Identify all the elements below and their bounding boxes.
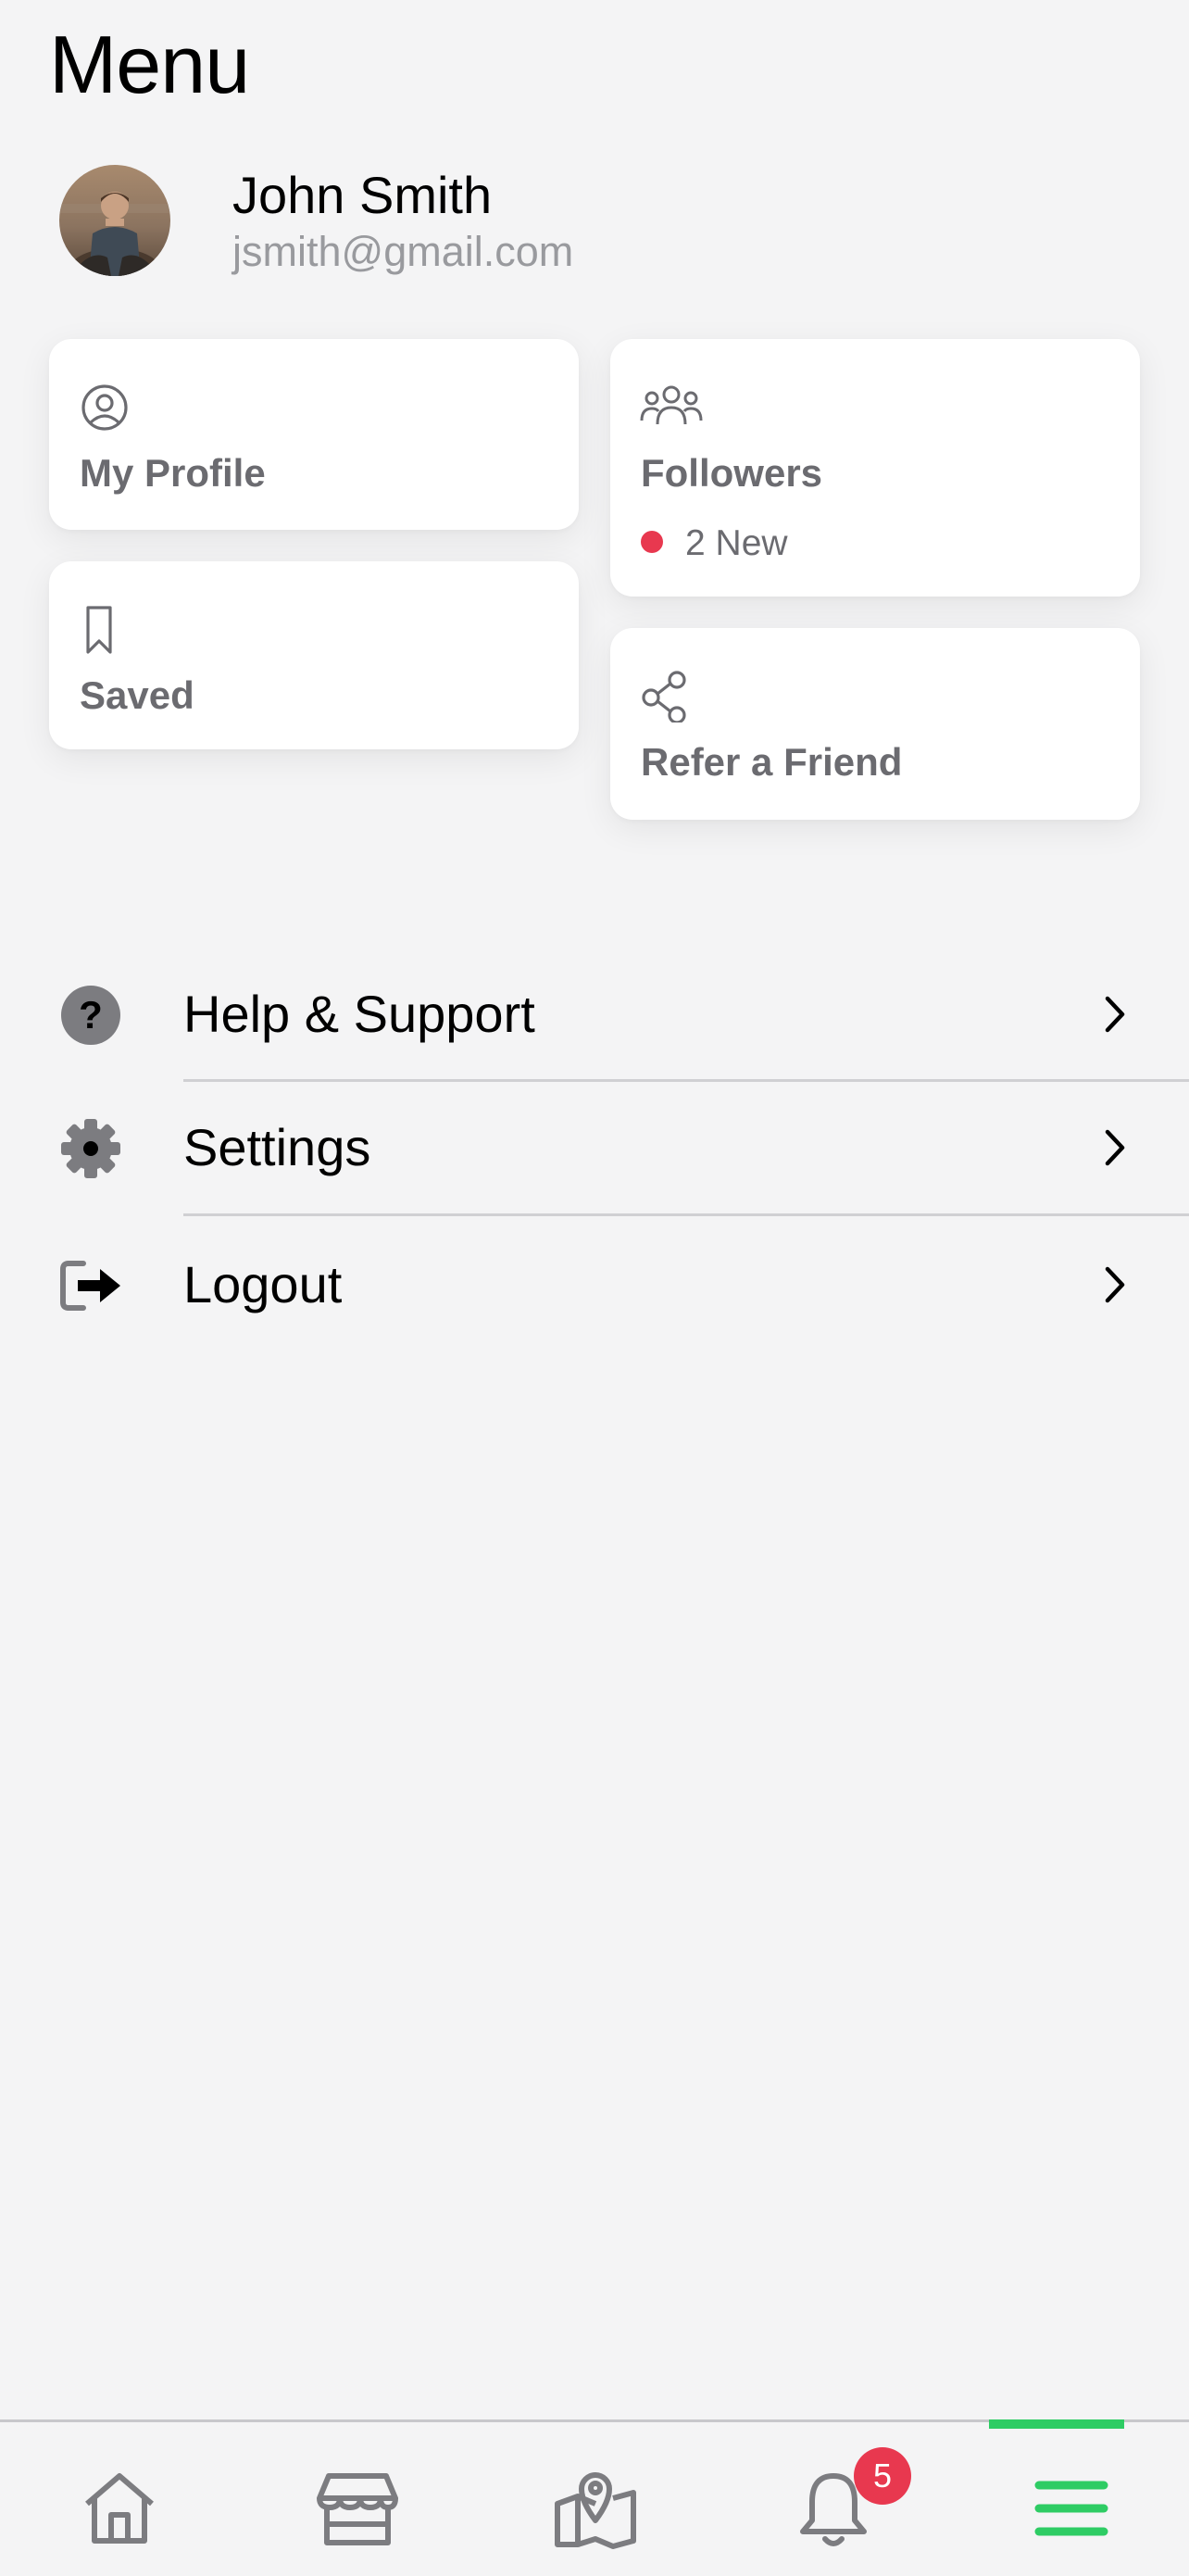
refer-a-friend-label: Refer a Friend bbox=[641, 740, 903, 784]
tab-store[interactable] bbox=[238, 2422, 476, 2576]
bookmark-icon bbox=[86, 606, 112, 654]
logout-icon bbox=[60, 1261, 120, 1311]
bottom-tab-bar: 5 bbox=[0, 2419, 1189, 2576]
saved-card[interactable]: Saved bbox=[49, 561, 579, 749]
menu-item-help-support[interactable]: ? Help & Support bbox=[0, 949, 1189, 1078]
settings-label: Settings bbox=[183, 1118, 371, 1176]
tab-map[interactable] bbox=[476, 2422, 714, 2576]
map-pin-icon bbox=[555, 2472, 636, 2549]
refer-a-friend-card[interactable]: Refer a Friend bbox=[610, 628, 1140, 820]
user-header[interactable]: John Smith jsmith@gmail.com bbox=[59, 165, 1133, 280]
divider bbox=[183, 1213, 1189, 1216]
users-group-icon bbox=[640, 385, 703, 425]
active-tab-indicator bbox=[989, 2419, 1124, 2429]
store-icon bbox=[317, 2473, 398, 2545]
followers-card[interactable]: Followers 2 New bbox=[610, 339, 1140, 597]
hamburger-menu-icon bbox=[1034, 2481, 1108, 2536]
question-circle-icon: ? bbox=[61, 986, 120, 1045]
user-email: jsmith@gmail.com bbox=[232, 228, 574, 275]
followers-new-count: 2 New bbox=[641, 522, 788, 565]
my-profile-card[interactable]: My Profile bbox=[49, 339, 579, 530]
my-profile-label: My Profile bbox=[80, 451, 266, 495]
logout-label: Logout bbox=[183, 1255, 343, 1313]
followers-label: Followers bbox=[641, 451, 823, 495]
tab-menu[interactable] bbox=[952, 2419, 1189, 2576]
chevron-right-icon bbox=[1105, 1266, 1125, 1303]
avatar[interactable] bbox=[59, 165, 170, 276]
home-icon bbox=[85, 2473, 154, 2544]
share-icon bbox=[642, 671, 686, 723]
saved-label: Saved bbox=[80, 673, 194, 717]
help-support-label: Help & Support bbox=[183, 985, 535, 1043]
followers-new-text: 2 New bbox=[685, 523, 788, 563]
notification-badge: 5 bbox=[854, 2447, 911, 2505]
user-name: John Smith bbox=[232, 166, 493, 224]
svg-text:?: ? bbox=[79, 993, 103, 1037]
new-indicator-dot bbox=[641, 531, 663, 553]
chevron-right-icon bbox=[1105, 1129, 1125, 1166]
user-circle-icon bbox=[81, 384, 128, 431]
gear-icon bbox=[61, 1119, 120, 1178]
chevron-right-icon bbox=[1105, 996, 1125, 1033]
page-title: Menu bbox=[49, 19, 250, 110]
menu-item-settings[interactable]: Settings bbox=[0, 1082, 1189, 1212]
tab-home[interactable] bbox=[0, 2422, 238, 2576]
menu-item-logout[interactable]: Logout bbox=[0, 1219, 1189, 1349]
tab-notifications[interactable]: 5 bbox=[714, 2422, 952, 2576]
